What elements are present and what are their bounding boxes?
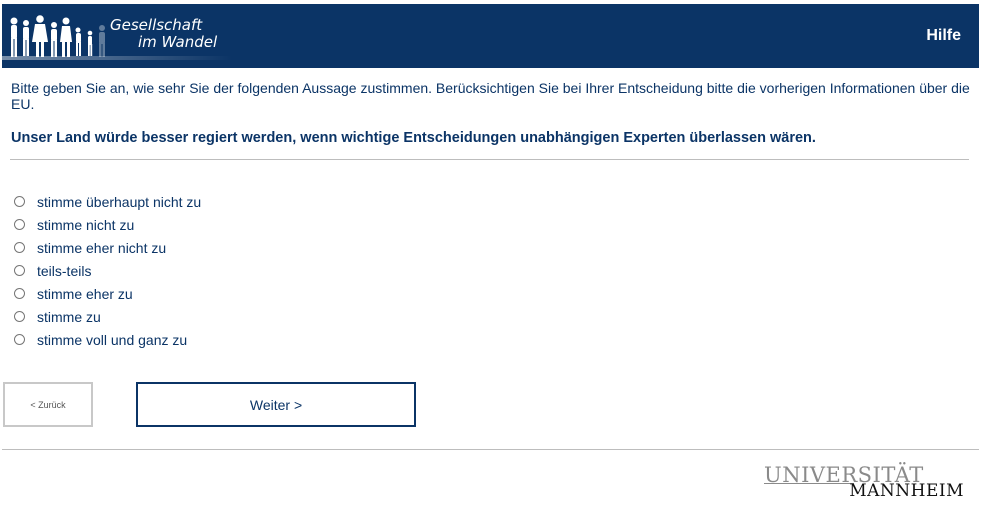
radio-button[interactable]	[14, 265, 25, 276]
project-logo-text: Gesellschaft im Wandel	[110, 17, 217, 51]
option-label[interactable]: stimme voll und ganz zu	[37, 332, 187, 348]
footer-divider	[2, 449, 979, 450]
option-stimme-eher-zu[interactable]: stimme eher zu	[14, 282, 201, 305]
question-statement: Unser Land würde besser regiert werden, …	[11, 130, 816, 146]
option-label[interactable]: stimme zu	[37, 309, 101, 325]
option-stimme-nicht-zu[interactable]: stimme nicht zu	[14, 213, 201, 236]
option-stimme-ueberhaupt-nicht-zu[interactable]: stimme überhaupt nicht zu	[14, 190, 201, 213]
logo-line-1: Gesellschaft	[110, 16, 203, 34]
radio-button[interactable]	[14, 288, 25, 299]
option-stimme-eher-nicht-zu[interactable]: stimme eher nicht zu	[14, 236, 201, 259]
divider	[10, 159, 969, 160]
option-stimme-zu[interactable]: stimme zu	[14, 305, 201, 328]
radio-button[interactable]	[14, 311, 25, 322]
option-label[interactable]: teils-teils	[37, 263, 91, 279]
option-label[interactable]: stimme eher nicht zu	[37, 240, 166, 256]
university-logo-line-2: MANNHEIM	[849, 481, 964, 501]
header-banner: Gesellschaft im Wandel Hilfe	[2, 4, 979, 68]
university-logo: UNIVERSITÄT MANNHEIM	[764, 463, 964, 503]
option-teils-teils[interactable]: teils-teils	[14, 259, 201, 282]
help-link[interactable]: Hilfe	[926, 27, 961, 45]
option-label[interactable]: stimme überhaupt nicht zu	[37, 194, 201, 210]
option-label[interactable]: stimme eher zu	[37, 286, 133, 302]
option-label[interactable]: stimme nicht zu	[37, 217, 134, 233]
option-stimme-voll-und-ganz-zu[interactable]: stimme voll und ganz zu	[14, 328, 201, 351]
radio-button[interactable]	[14, 242, 25, 253]
question-instruction: Bitte geben Sie an, wie sehr Sie der fol…	[11, 80, 970, 112]
next-button[interactable]: Weiter >	[136, 382, 416, 427]
radio-button[interactable]	[14, 196, 25, 207]
back-button[interactable]: < Zurück	[3, 382, 93, 427]
logo-line-2: im Wandel	[138, 33, 218, 51]
radio-button[interactable]	[14, 219, 25, 230]
radio-button[interactable]	[14, 334, 25, 345]
answer-options: stimme überhaupt nicht zu stimme nicht z…	[14, 190, 201, 351]
